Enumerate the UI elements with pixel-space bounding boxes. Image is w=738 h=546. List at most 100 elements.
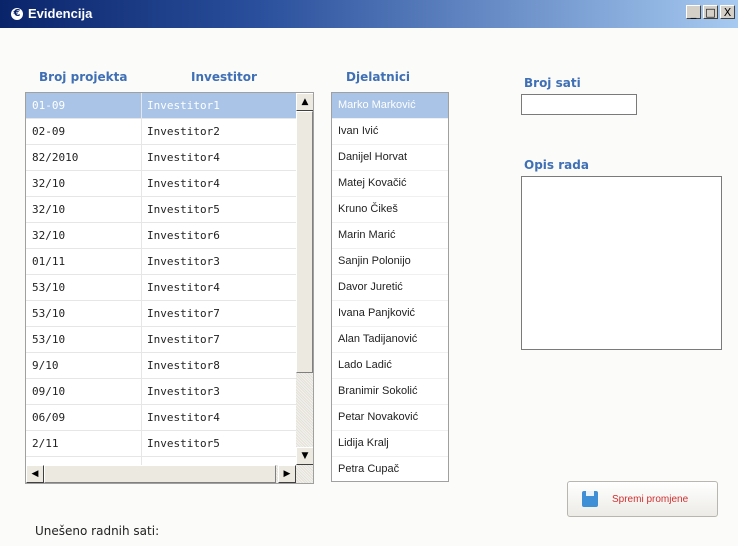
table-row[interactable]: 32/10 Investitor6 bbox=[26, 223, 296, 249]
scroll-left-arrow-icon[interactable]: ◀ bbox=[26, 465, 44, 483]
worker-name: Marin Marić bbox=[338, 229, 396, 241]
worker-name: Sanjin Polonijo bbox=[338, 255, 411, 267]
list-item[interactable]: Matej Kovačić bbox=[332, 171, 448, 197]
cell-project-number: 01-09 bbox=[32, 99, 66, 112]
workers-header: Djelatnici bbox=[346, 70, 411, 84]
cell-divider bbox=[141, 223, 142, 249]
list-item[interactable]: Lado Ladić bbox=[332, 353, 448, 379]
cell-divider bbox=[141, 275, 142, 301]
table-row[interactable]: 9/10 Investitor8 bbox=[26, 353, 296, 379]
list-item[interactable]: Sanjin Polonijo bbox=[332, 249, 448, 275]
save-changes-label: Spremi promjene bbox=[612, 494, 689, 505]
scroll-right-arrow-icon[interactable]: ▶ bbox=[278, 465, 296, 483]
save-changes-button[interactable]: Spremi promjene bbox=[567, 481, 718, 517]
table-row[interactable]: 01/11 Investitor3 bbox=[26, 249, 296, 275]
table-row[interactable]: 06/09 Investitor4 bbox=[26, 405, 296, 431]
cell-divider bbox=[141, 431, 142, 457]
window-title: Evidencija bbox=[28, 6, 93, 21]
app-icon: € bbox=[11, 8, 23, 20]
cell-investor: Investitor7 bbox=[147, 333, 220, 346]
cell-project-number: 9/10 bbox=[32, 359, 59, 372]
cell-investor: Investitor3 bbox=[147, 255, 220, 268]
cell-project-number: 53/10 bbox=[32, 307, 66, 320]
table-row[interactable]: 02-09 Investitor2 bbox=[26, 119, 296, 145]
list-item[interactable]: Danijel Horvat bbox=[332, 145, 448, 171]
minimize-button[interactable]: _ bbox=[686, 5, 701, 19]
list-item[interactable]: Petra Cupač bbox=[332, 457, 448, 481]
cell-divider bbox=[141, 405, 142, 431]
cell-project-number: 82/2010 bbox=[32, 151, 79, 164]
list-item[interactable]: Petar Novaković bbox=[332, 405, 448, 431]
cell-divider bbox=[141, 353, 142, 379]
cell-divider bbox=[141, 327, 142, 353]
worker-name: Davor Juretić bbox=[338, 281, 403, 293]
cell-investor: Investitor4 bbox=[147, 281, 220, 294]
cell-divider bbox=[141, 301, 142, 327]
list-item[interactable]: Marko Marković bbox=[332, 93, 448, 119]
list-item[interactable]: Marin Marić bbox=[332, 223, 448, 249]
cell-project-number: 32/10 bbox=[32, 229, 66, 242]
list-item[interactable]: Ivana Panjković bbox=[332, 301, 448, 327]
cell-project-number: 02-09 bbox=[32, 125, 66, 138]
list-item[interactable]: Kruno Čikeš bbox=[332, 197, 448, 223]
table-row[interactable]: 32/10 Investitor4 bbox=[26, 171, 296, 197]
list-item[interactable]: Davor Juretić bbox=[332, 275, 448, 301]
vertical-scrollbar-thumb[interactable] bbox=[296, 111, 313, 373]
cell-investor: Investitor4 bbox=[147, 411, 220, 424]
entered-hours-label: Unešeno radnih sati: bbox=[35, 524, 160, 538]
cell-investor: Investitor4 bbox=[147, 151, 220, 164]
worker-name: Matej Kovačić bbox=[338, 177, 407, 189]
column-header-investor[interactable]: Investitor bbox=[191, 70, 257, 84]
worker-name: Branimir Sokolić bbox=[338, 385, 418, 397]
workers-list[interactable]: Marko Marković Ivan Ivić Danijel Horvat Mat… bbox=[331, 92, 449, 482]
worker-name: Kruno Čikeš bbox=[338, 203, 398, 215]
cell-divider bbox=[141, 197, 142, 223]
table-row[interactable]: 82/2010 Investitor4 bbox=[26, 145, 296, 171]
cell-investor: Investitor6 bbox=[147, 229, 220, 242]
scroll-down-arrow-icon[interactable]: ▼ bbox=[296, 447, 313, 465]
worker-name: Ivan Ivić bbox=[338, 125, 379, 137]
cell-investor: Investitor2 bbox=[147, 125, 220, 138]
description-label: Opis rada bbox=[524, 158, 589, 172]
table-row[interactable]: 53/10 Investitor4 bbox=[26, 275, 296, 301]
cell-investor: Investitor5 bbox=[147, 437, 220, 450]
projects-grid[interactable]: NU 03/11Investitor82/11Investitor506/09I… bbox=[25, 92, 314, 484]
hours-label: Broj sati bbox=[524, 76, 581, 90]
table-row[interactable]: 2/11 Investitor5 bbox=[26, 431, 296, 457]
table-row[interactable]: 32/10 Investitor5 bbox=[26, 197, 296, 223]
hours-input[interactable] bbox=[521, 94, 637, 115]
floppy-disk-icon bbox=[582, 491, 598, 507]
worker-name: Alan Tadijanović bbox=[338, 333, 418, 345]
list-item[interactable]: Alan Tadijanović bbox=[332, 327, 448, 353]
column-header-project-number[interactable]: Broj projekta bbox=[39, 70, 127, 84]
maximize-button[interactable]: □ bbox=[703, 5, 718, 19]
list-item[interactable]: Branimir Sokolić bbox=[332, 379, 448, 405]
table-row[interactable]: 01-09 Investitor1 bbox=[26, 93, 296, 119]
cell-investor: Investitor4 bbox=[147, 177, 220, 190]
scroll-up-arrow-icon[interactable]: ▲ bbox=[296, 93, 313, 111]
cell-investor: Investitor3 bbox=[147, 385, 220, 398]
cell-investor: Investitor5 bbox=[147, 203, 220, 216]
cell-project-number: 09/10 bbox=[32, 385, 66, 398]
description-textarea[interactable] bbox=[521, 176, 722, 350]
table-row[interactable]: 53/10 Investitor7 bbox=[26, 301, 296, 327]
close-button[interactable]: X bbox=[720, 5, 735, 19]
title-bar: € Evidencija _ □ X bbox=[0, 0, 738, 28]
cell-investor: Investitor1 bbox=[147, 99, 220, 112]
list-item[interactable]: Lidija Kralj bbox=[332, 431, 448, 457]
worker-name: Lado Ladić bbox=[338, 359, 392, 371]
cell-project-number: 53/10 bbox=[32, 333, 66, 346]
cell-investor: Investitor8 bbox=[147, 359, 220, 372]
list-item[interactable]: Ivan Ivić bbox=[332, 119, 448, 145]
cell-divider bbox=[141, 119, 142, 145]
horizontal-scrollbar-thumb[interactable] bbox=[44, 465, 276, 483]
cell-divider bbox=[141, 249, 142, 275]
worker-name: Danijel Horvat bbox=[338, 151, 408, 163]
cell-divider bbox=[141, 171, 142, 197]
table-row[interactable]: 53/10 Investitor7 bbox=[26, 327, 296, 353]
cell-project-number: 06/09 bbox=[32, 411, 66, 424]
worker-name: Petar Novaković bbox=[338, 411, 419, 423]
table-row[interactable]: 09/10 Investitor3 bbox=[26, 379, 296, 405]
cell-investor: Investitor7 bbox=[147, 307, 220, 320]
cell-project-number: 2/11 bbox=[32, 437, 59, 450]
